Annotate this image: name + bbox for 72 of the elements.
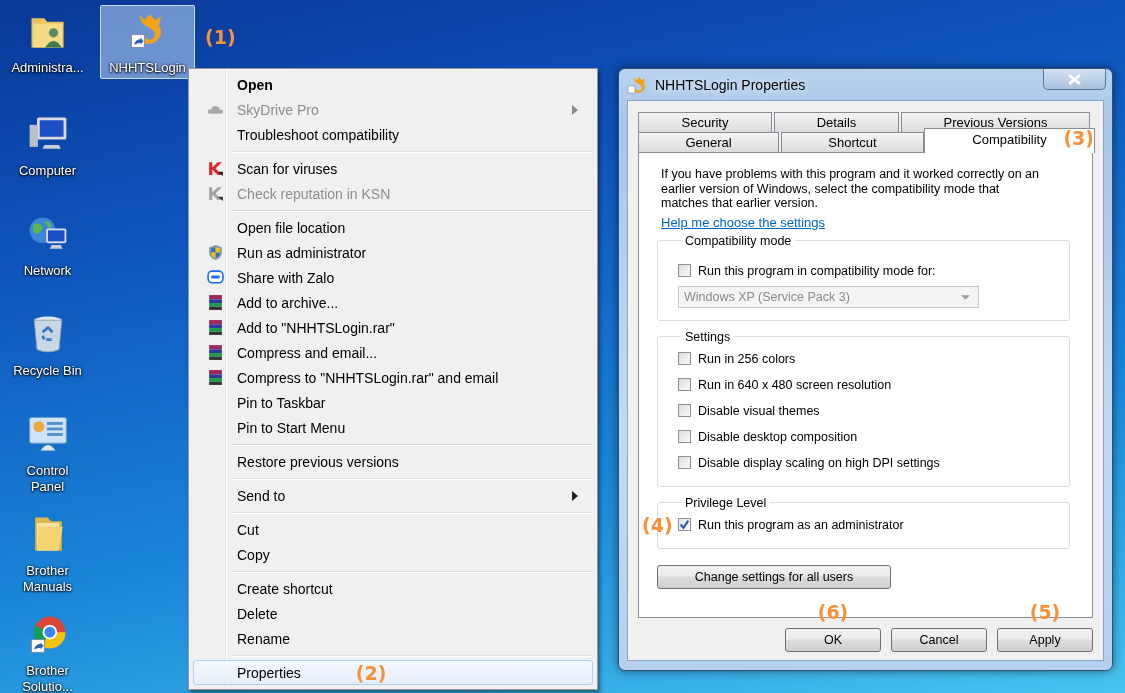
tab[interactable]: General [638, 132, 779, 152]
checkbox-label: Disable display scaling on high DPI settings [698, 455, 940, 470]
submenu-arrow-icon [572, 491, 578, 501]
tab[interactable]: Details [774, 112, 899, 132]
step-label: (4) [642, 513, 673, 536]
checkbox[interactable] [678, 518, 691, 531]
menu-item[interactable]: Pin to Taskbar [193, 390, 593, 415]
desktop-icon[interactable]: Administra... [0, 5, 95, 79]
archive-icon [207, 294, 224, 311]
tab[interactable]: Security [638, 112, 772, 132]
checkbox-label: Run in 640 x 480 screen resolution [698, 377, 892, 392]
desktop-icon[interactable]: Network [0, 208, 95, 308]
menu-item[interactable]: Scan for viruses [193, 156, 593, 181]
checkbox[interactable] [678, 264, 691, 277]
antivirus-icon [207, 160, 224, 177]
dropdown-arrow-icon [961, 294, 970, 300]
checkbox[interactable] [678, 404, 691, 417]
archive-icon [207, 344, 224, 361]
change-settings-button[interactable]: Change settings for all users [657, 564, 891, 589]
help-link[interactable]: Help me choose the settings [661, 214, 826, 230]
checkbox-label: Run this program in compatibility mode for: [698, 263, 936, 278]
menu-item[interactable]: Run as administrator [193, 240, 593, 265]
menu-item[interactable]: Copy [193, 542, 593, 567]
menu-item[interactable]: Compress to "NHHTSLogin.rar" and email [193, 365, 593, 390]
group-title: Settings [685, 329, 731, 344]
tab[interactable]: Shortcut [781, 132, 924, 152]
desktop-icon[interactable]: Recycle Bin [0, 308, 95, 408]
checkbox-label: Disable desktop composition [698, 429, 858, 444]
menu-item[interactable]: Send to [193, 483, 593, 508]
checkbox[interactable] [678, 352, 691, 365]
menu-item[interactable]: Cut [193, 517, 593, 542]
checkbox-label: Disable visual themes [698, 403, 820, 418]
menu-item[interactable]: Properties (2) [193, 660, 593, 685]
app-icon [627, 74, 647, 95]
menu-item[interactable]: Delete [193, 601, 593, 626]
group-title: Privilege Level [685, 495, 767, 510]
dialog-button[interactable]: Cancel [891, 628, 987, 652]
desktop-icon[interactable]: Brother Manuals [0, 508, 95, 608]
menu-item[interactable]: Rename [193, 626, 593, 651]
menu-item[interactable]: Add to archive... [193, 290, 593, 315]
menu-item[interactable]: Create shortcut [193, 576, 593, 601]
checkbox[interactable] [678, 430, 691, 443]
menu-item[interactable]: Add to "NHHTSLogin.rar" [193, 315, 593, 340]
step-label: (2) [355, 661, 387, 684]
archive-icon [207, 319, 224, 336]
menu-item[interactable]: Share with Zalo [193, 265, 593, 290]
checkbox[interactable] [678, 378, 691, 391]
menu-item[interactable]: Restore previous versions [193, 449, 593, 474]
intro-text: If you have problems with this program and it worked correctly on an earlier version of Windows, select the compatibility mode that matches that earlier version. [661, 167, 1040, 211]
step-label: (1) [205, 26, 236, 48]
shield-icon [207, 244, 224, 261]
checkbox-label: Run this program as an administrator [698, 517, 904, 532]
archive-icon [207, 369, 224, 386]
desktop-icon[interactable]: Control Panel [0, 408, 95, 508]
menu-item[interactable]: Open file location [193, 215, 593, 240]
menu-item[interactable]: Compress and email... [193, 340, 593, 365]
checkbox[interactable] [678, 456, 691, 469]
checkbox-label: Run in 256 colors [698, 351, 796, 366]
window-title: NHHTSLogin Properties [655, 76, 806, 93]
close-icon [1068, 73, 1081, 85]
menu-item[interactable]: Troubleshoot compatibility [193, 122, 593, 147]
antivirus-icon [207, 185, 224, 202]
close-button[interactable] [1043, 69, 1106, 90]
chat-app-icon [207, 269, 224, 286]
tab[interactable]: Compatibility (3) [924, 128, 1095, 153]
dialog-button[interactable]: Apply [997, 628, 1093, 652]
menu-item[interactable]: Open [193, 72, 593, 97]
desktop-icon[interactable]: Computer [0, 108, 95, 208]
group-title: Compatibility mode [685, 233, 792, 248]
menu-item[interactable]: Pin to Start Menu [193, 415, 593, 440]
submenu-arrow-icon [572, 105, 578, 115]
dialog-button[interactable]: OK [785, 628, 881, 652]
